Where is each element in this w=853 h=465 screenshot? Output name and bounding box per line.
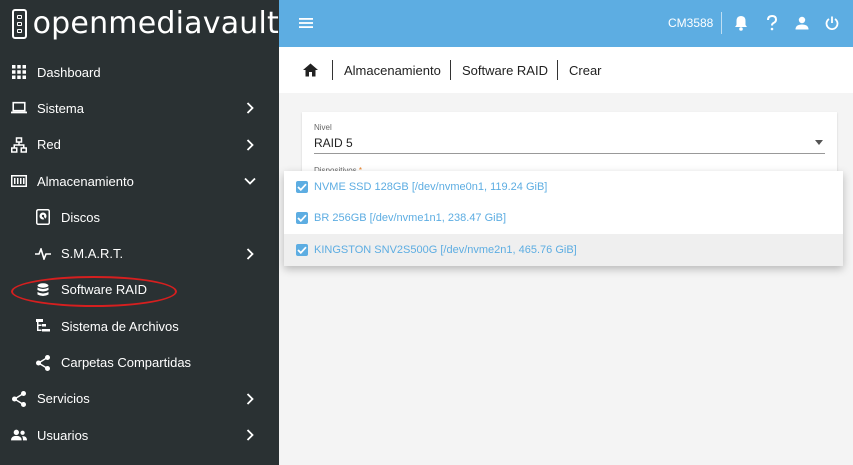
filesystem-icon bbox=[35, 318, 51, 334]
checkbox-checked-icon[interactable] bbox=[296, 180, 308, 193]
chevron-down-icon bbox=[243, 174, 257, 188]
sidebar-item-usuarios[interactable]: Usuarios bbox=[0, 417, 279, 453]
disk-icon bbox=[35, 209, 51, 226]
chevron-right-icon bbox=[243, 101, 257, 115]
divider bbox=[721, 12, 722, 34]
sidebar-item-label: Dashboard bbox=[37, 64, 101, 80]
power-icon[interactable] bbox=[823, 14, 841, 32]
field-underline bbox=[314, 153, 825, 154]
share-icon bbox=[35, 354, 51, 371]
device-option[interactable]: NVME SSD 128GB [/dev/nvme0n1, 119.24 GiB… bbox=[284, 171, 843, 203]
network-icon bbox=[11, 136, 27, 153]
menu-icon[interactable] bbox=[299, 16, 315, 30]
breadcrumb-separator bbox=[332, 60, 333, 80]
home-icon[interactable] bbox=[303, 63, 319, 79]
devices-dropdown: NVME SSD 128GB [/dev/nvme0n1, 119.24 GiB… bbox=[284, 171, 843, 266]
sidebar-nav: Dashboard Sistema Red Almacenamiento Dis… bbox=[0, 54, 279, 453]
device-option-label: BR 256GB [/dev/nvme1n1, 238.47 GiB] bbox=[314, 212, 507, 225]
breadcrumb-crear: Crear bbox=[569, 63, 602, 78]
top-bar: CM3588 bbox=[279, 0, 853, 47]
sidebar-item-label: Sistema bbox=[37, 100, 84, 116]
breadcrumb: Almacenamiento Software RAID Crear bbox=[279, 47, 853, 93]
sidebar-item-servicios[interactable]: Servicios bbox=[0, 381, 279, 417]
breadcrumb-separator bbox=[450, 60, 451, 80]
level-select[interactable]: RAID 5 bbox=[314, 136, 353, 150]
pulse-icon bbox=[35, 246, 51, 262]
storage-icon bbox=[11, 173, 27, 189]
checkbox-checked-icon[interactable] bbox=[296, 212, 308, 225]
sidebar-item-label: Servicios bbox=[37, 391, 90, 407]
sidebar-item-label: Discos bbox=[61, 209, 101, 225]
laptop-icon bbox=[11, 100, 27, 116]
chevron-right-icon bbox=[243, 392, 257, 406]
bell-icon[interactable] bbox=[732, 14, 750, 32]
sidebar-item-label: Carpetas Compartidas bbox=[61, 355, 192, 371]
device-option-label: KINGSTON SNV2S500G [/dev/nvme2n1, 465.76… bbox=[314, 243, 577, 256]
help-icon[interactable] bbox=[763, 14, 781, 32]
device-option-label: NVME SSD 128GB [/dev/nvme0n1, 119.24 GiB… bbox=[314, 180, 548, 193]
dropdown-arrow-icon[interactable] bbox=[815, 140, 823, 145]
sidebar-item-carpetas-compartidas[interactable]: Carpetas Compartidas bbox=[0, 344, 279, 380]
sidebar-item-label: Red bbox=[37, 137, 61, 153]
sidebar: openmediavault Dashboard Sistema Red Alm… bbox=[0, 0, 279, 465]
grid-icon bbox=[11, 64, 27, 80]
sidebar-item-almacenamiento[interactable]: Almacenamiento bbox=[0, 163, 279, 199]
user-icon[interactable] bbox=[793, 14, 811, 32]
breadcrumb-software-raid[interactable]: Software RAID bbox=[462, 63, 548, 78]
brand[interactable]: openmediavault bbox=[0, 0, 279, 47]
users-icon bbox=[11, 427, 27, 443]
breadcrumb-almacenamiento[interactable]: Almacenamiento bbox=[344, 63, 441, 78]
checkbox-checked-icon[interactable] bbox=[296, 243, 308, 256]
level-label: Nivel bbox=[314, 123, 332, 132]
device-option[interactable]: KINGSTON SNV2S500G [/dev/nvme2n1, 465.76… bbox=[284, 234, 843, 266]
brand-name: openmediavault bbox=[32, 5, 279, 41]
share-icon bbox=[11, 390, 27, 407]
breadcrumb-separator bbox=[557, 60, 558, 80]
sidebar-item-label: Software RAID bbox=[61, 282, 147, 298]
sidebar-item-discos[interactable]: Discos bbox=[0, 199, 279, 235]
sidebar-item-label: Sistema de Archivos bbox=[61, 318, 179, 334]
chevron-right-icon bbox=[243, 247, 257, 261]
hostname: CM3588 bbox=[668, 16, 714, 30]
sidebar-item-label: S.M.A.R.T. bbox=[61, 246, 124, 262]
sidebar-item-label: Almacenamiento bbox=[37, 173, 134, 189]
database-icon bbox=[35, 282, 51, 298]
sidebar-item-smart[interactable]: S.M.A.R.T. bbox=[0, 235, 279, 271]
sidebar-item-sistema-de-archivos[interactable]: Sistema de Archivos bbox=[0, 308, 279, 344]
device-option[interactable]: BR 256GB [/dev/nvme1n1, 238.47 GiB] bbox=[284, 203, 843, 235]
sidebar-item-sistema[interactable]: Sistema bbox=[0, 90, 279, 126]
sidebar-item-dashboard[interactable]: Dashboard bbox=[0, 54, 279, 90]
sidebar-item-label: Usuarios bbox=[37, 427, 89, 443]
sidebar-item-software-raid[interactable]: Software RAID bbox=[0, 272, 279, 308]
chevron-right-icon bbox=[243, 138, 257, 152]
sidebar-item-red[interactable]: Red bbox=[0, 127, 279, 163]
chevron-right-icon bbox=[243, 428, 257, 442]
omv-logo-icon bbox=[12, 8, 27, 39]
